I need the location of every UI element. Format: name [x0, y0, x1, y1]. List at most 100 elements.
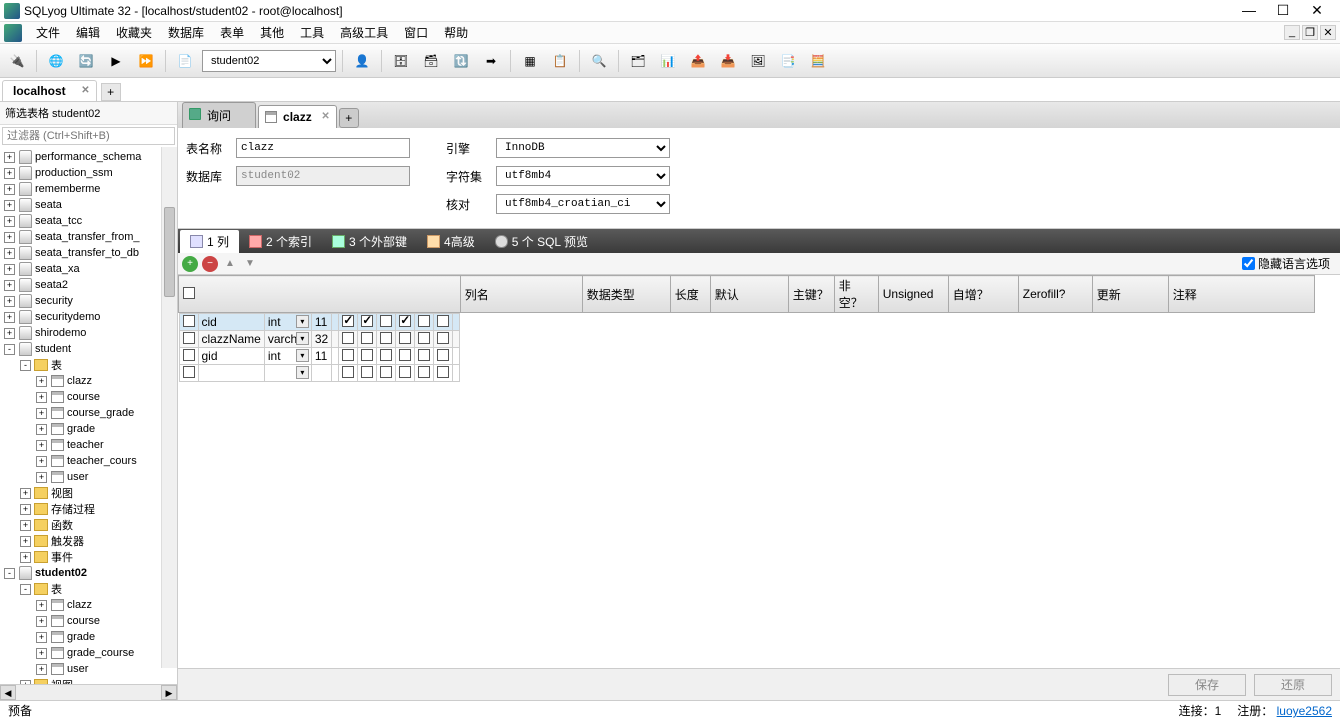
database-tree[interactable]: +performance_schema+production_ssm+remem… [0, 147, 177, 684]
menu-window[interactable]: 窗口 [396, 22, 436, 43]
expand-icon[interactable]: + [4, 184, 15, 195]
checkbox[interactable] [418, 332, 430, 344]
tree-item[interactable]: +grade_course [0, 645, 177, 661]
delete-row-button[interactable]: − [202, 256, 218, 272]
expand-icon[interactable]: + [4, 312, 15, 323]
tree-item[interactable]: +production_ssm [0, 165, 177, 181]
tree-item[interactable]: +user [0, 469, 177, 485]
cell-comment[interactable] [453, 331, 460, 348]
menu-table[interactable]: 表单 [212, 22, 252, 43]
expand-icon[interactable]: + [36, 392, 47, 403]
expand-icon[interactable]: + [36, 648, 47, 659]
tool-2-icon[interactable]: 📊 [655, 48, 681, 74]
close-icon[interactable]: ✕ [81, 85, 89, 96]
tree-item[interactable]: +course [0, 389, 177, 405]
move-up-button[interactable] [222, 256, 238, 272]
cell-length[interactable]: 32 [311, 331, 331, 348]
sidebar-horizontal-scrollbar[interactable]: ◀▶ [0, 684, 177, 700]
expand-icon[interactable]: + [36, 440, 47, 451]
expand-icon[interactable]: + [4, 232, 15, 243]
table-row[interactable]: gidint▾11 [179, 348, 460, 365]
checkbox[interactable] [399, 366, 411, 378]
expand-icon[interactable]: + [20, 520, 31, 531]
tree-item[interactable]: +seata [0, 197, 177, 213]
expand-icon[interactable]: + [20, 680, 31, 685]
tree-item[interactable]: +视图 [0, 485, 177, 501]
cell-name[interactable]: clazzName [198, 331, 264, 348]
expand-icon[interactable]: + [4, 296, 15, 307]
cell-length[interactable]: 11 [311, 348, 331, 365]
checkbox[interactable] [418, 315, 430, 327]
checkbox[interactable] [380, 349, 392, 361]
header-pk[interactable]: 主键？ [788, 276, 834, 313]
db-export-icon[interactable]: 🗄 [388, 48, 414, 74]
expand-icon[interactable]: + [36, 408, 47, 419]
expand-icon[interactable]: + [36, 600, 47, 611]
checkbox[interactable] [418, 366, 430, 378]
revert-button[interactable]: 还原 [1254, 674, 1332, 696]
cell-name[interactable]: gid [198, 348, 264, 365]
checkbox[interactable] [183, 332, 195, 344]
cell-length[interactable]: 11 [311, 314, 331, 331]
cell-type[interactable]: varchar▾ [264, 331, 311, 348]
header-update[interactable]: 更新 [1092, 276, 1168, 313]
cell-comment[interactable] [453, 348, 460, 365]
dropdown-icon[interactable]: ▾ [296, 332, 309, 345]
checkbox[interactable] [183, 366, 195, 378]
menu-advanced-tools[interactable]: 高级工具 [332, 22, 396, 43]
checkbox[interactable] [437, 332, 449, 344]
new-query-icon[interactable]: 🌐 [43, 48, 69, 74]
checkbox[interactable] [437, 349, 449, 361]
move-down-button[interactable] [242, 256, 258, 272]
collapse-icon[interactable]: - [20, 360, 31, 371]
minimize-button[interactable]: — [1238, 2, 1260, 19]
collapse-icon[interactable]: - [4, 568, 15, 579]
expand-icon[interactable]: + [36, 632, 47, 643]
dropdown-icon[interactable]: ▾ [296, 366, 309, 379]
expand-icon[interactable]: + [20, 488, 31, 499]
tree-item[interactable]: +grade [0, 421, 177, 437]
subtab-columns[interactable]: 1 列 [180, 230, 239, 253]
checkbox[interactable] [361, 315, 373, 327]
expand-icon[interactable]: + [36, 456, 47, 467]
registration-link[interactable]: luoye2562 [1277, 704, 1332, 718]
checkbox[interactable] [380, 366, 392, 378]
expand-icon[interactable]: + [36, 424, 47, 435]
header-autoinc[interactable]: 自增？ [948, 276, 1018, 313]
cell-type[interactable]: int▾ [264, 314, 311, 331]
subtab-foreign-keys[interactable]: 3 个外部键 [322, 230, 417, 253]
tree-item[interactable]: +course [0, 613, 177, 629]
close-icon[interactable]: ✕ [321, 111, 329, 122]
cell-default[interactable] [332, 314, 339, 331]
tree-item[interactable]: +security [0, 293, 177, 309]
header-notnull[interactable]: 非空？ [834, 276, 878, 313]
tool-3-icon[interactable]: 📤 [685, 48, 711, 74]
expand-icon[interactable]: + [20, 504, 31, 515]
checkbox[interactable] [342, 366, 354, 378]
checkbox[interactable] [380, 332, 392, 344]
menu-other[interactable]: 其他 [252, 22, 292, 43]
checkbox[interactable] [418, 349, 430, 361]
find-icon[interactable]: 🔍 [586, 48, 612, 74]
add-tab-button[interactable]: + [339, 108, 359, 128]
collapse-icon[interactable]: - [20, 584, 31, 595]
tree-item[interactable]: +shirodemo [0, 325, 177, 341]
checkbox[interactable] [361, 332, 373, 344]
checkbox[interactable] [437, 315, 449, 327]
columns-grid[interactable]: 列名 数据类型 长度 默认 主键？ 非空？ Unsigned 自增？ Zerof… [178, 275, 1315, 382]
checkbox[interactable] [342, 332, 354, 344]
menu-tools[interactable]: 工具 [292, 22, 332, 43]
tree-item[interactable]: +clazz [0, 597, 177, 613]
tab-clazz[interactable]: clazz ✕ [258, 105, 337, 128]
charset-select[interactable]: utf8mb4 [496, 166, 670, 186]
dropdown-icon[interactable]: ▾ [296, 315, 309, 328]
add-row-button[interactable]: + [182, 256, 198, 272]
header-unsigned[interactable]: Unsigned [878, 276, 948, 313]
select-all-checkbox[interactable] [183, 287, 195, 299]
new-connection-icon[interactable]: 🔌 [4, 48, 30, 74]
tree-item[interactable]: +存储过程 [0, 501, 177, 517]
db-import-icon[interactable]: 🗃 [418, 48, 444, 74]
cell-comment[interactable] [453, 314, 460, 331]
checkbox[interactable] [399, 332, 411, 344]
table-row-empty[interactable]: ▾ [179, 365, 460, 382]
